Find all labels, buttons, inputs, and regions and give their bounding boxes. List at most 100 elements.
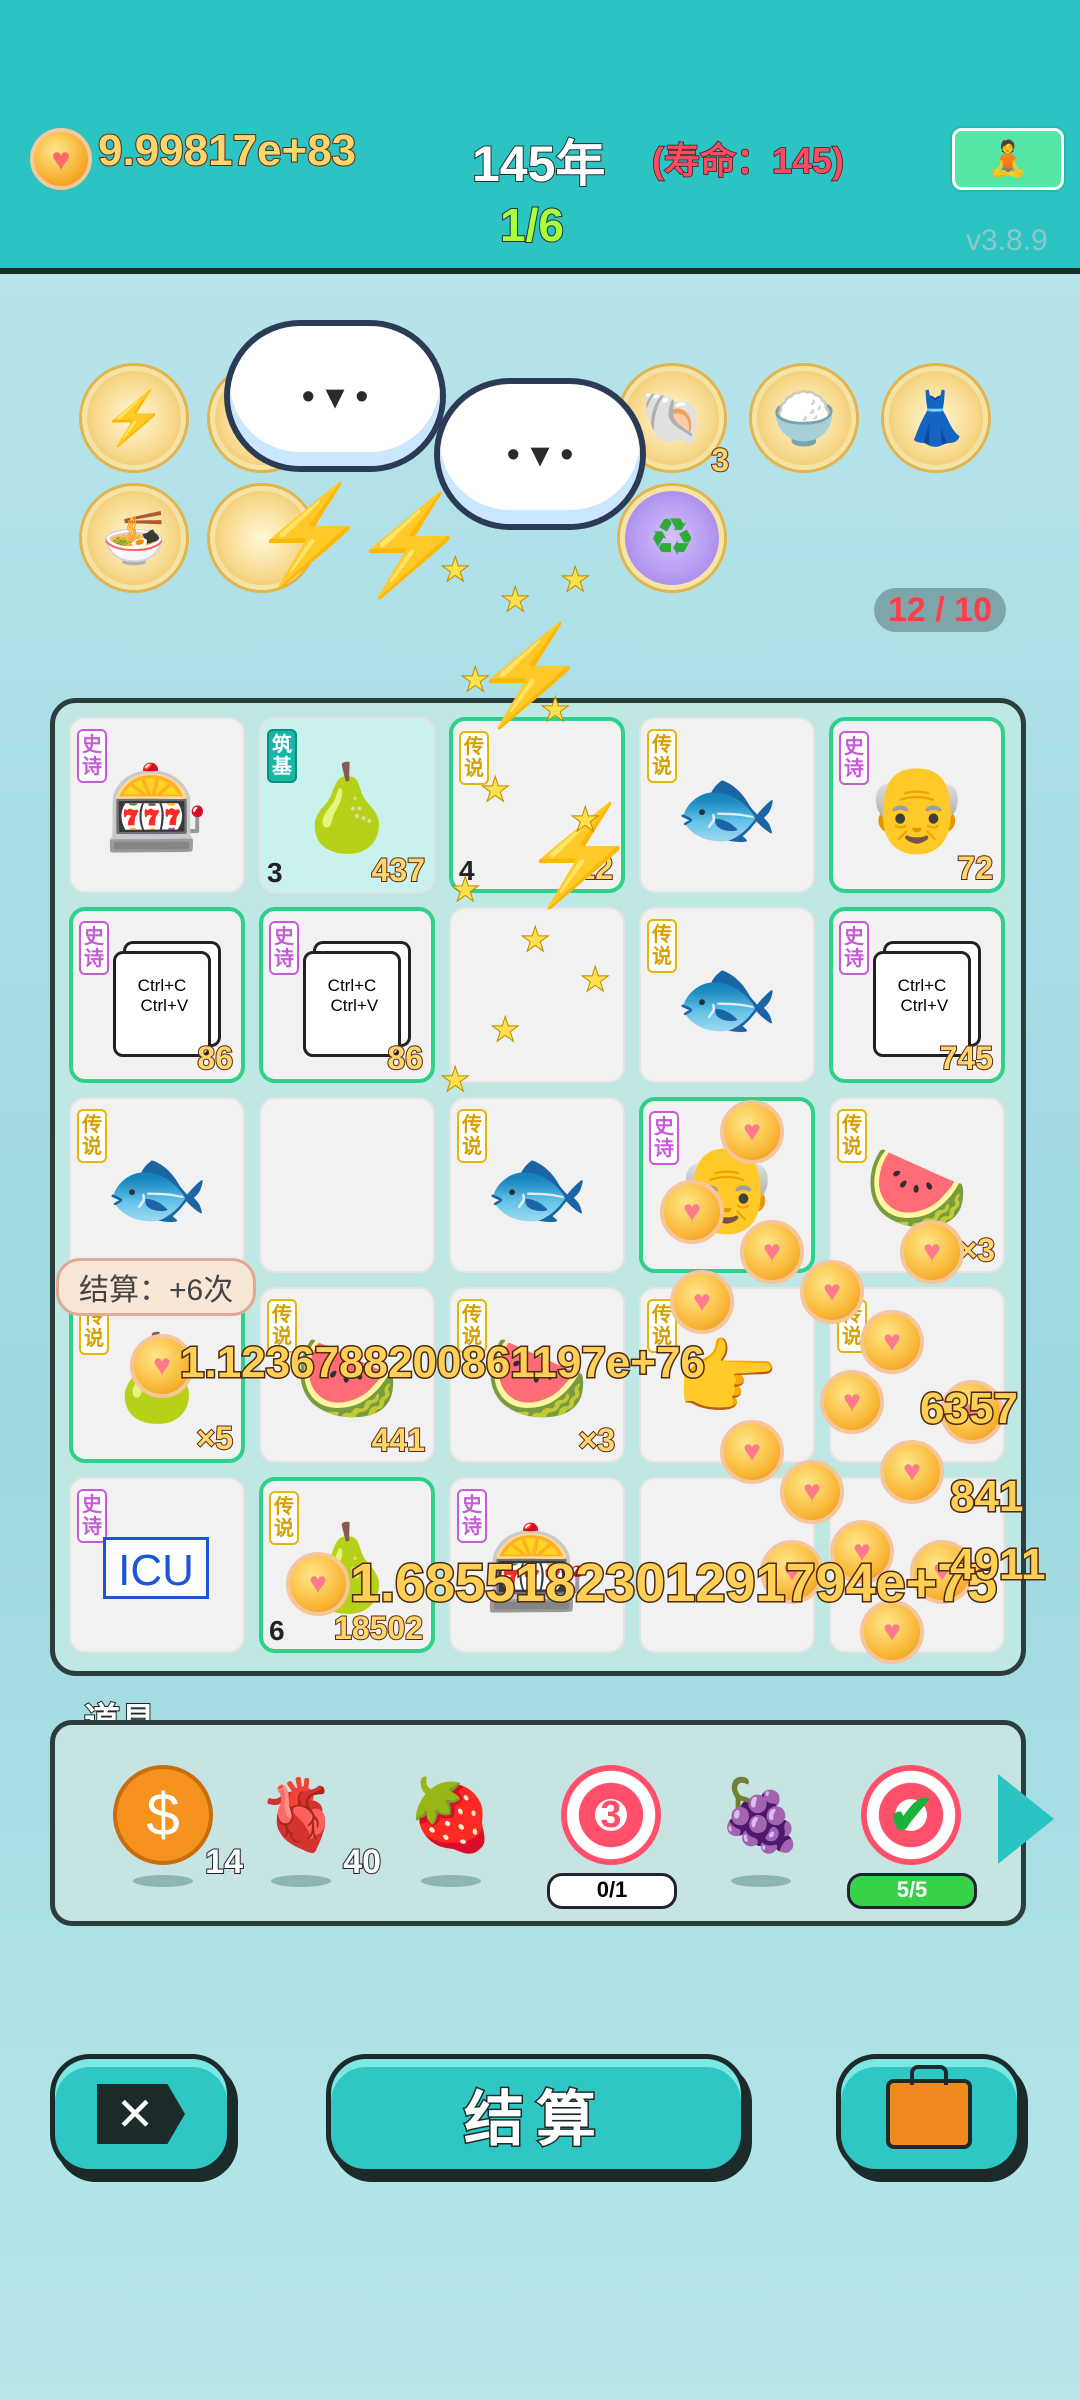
rice-bowl-duo-icon: 🍚 bbox=[771, 389, 837, 448]
floating-score: 4911 bbox=[948, 1539, 1046, 1591]
grid-cell[interactable]: 史诗 Ctrl+C Ctrl+V 745 bbox=[829, 907, 1005, 1083]
icu-icon: ICU bbox=[103, 1537, 209, 1599]
star-icon: ★ bbox=[499, 581, 531, 620]
rarity-tag: 史诗 bbox=[839, 921, 869, 975]
grid-cell[interactable]: 史诗 👴 72 bbox=[829, 717, 1005, 893]
gacha-machine-icon: 🎰 bbox=[104, 761, 210, 856]
quit-button[interactable]: ✕ bbox=[50, 2054, 232, 2174]
prop-item[interactable]: 3 0/1 bbox=[547, 1765, 677, 1909]
current-year: 145年 bbox=[471, 135, 606, 193]
bayberry-icon: 🍇 bbox=[717, 1776, 805, 1854]
prop-shadow bbox=[731, 1875, 791, 1887]
star-icon: ★ bbox=[459, 661, 491, 700]
koi-fish-icon: 🐟 bbox=[674, 951, 780, 1046]
star-icon: ★ bbox=[489, 1011, 521, 1050]
grid-cell[interactable]: 史诗 Ctrl+C Ctrl+V 86 bbox=[259, 907, 435, 1083]
coin-icon: ♥ bbox=[800, 1260, 864, 1324]
grid-cell[interactable]: 史诗 ICU bbox=[69, 1477, 245, 1653]
item-value: 437 bbox=[371, 851, 426, 889]
floating-score: 1.6855182301291794e+75 bbox=[348, 1552, 998, 1615]
target-3-icon: 3 bbox=[561, 1765, 661, 1865]
coin-icon: ♥ bbox=[670, 1270, 734, 1334]
prop-shadow bbox=[421, 1875, 481, 1887]
liver-icon: 🫀 bbox=[257, 1776, 345, 1854]
coin-icon: ♥ bbox=[780, 1460, 844, 1524]
grid-cell[interactable]: 传说 🐟 bbox=[639, 717, 815, 893]
prop-item[interactable]: 🍓 bbox=[401, 1765, 501, 1887]
buff-skirt[interactable]: 👗 bbox=[884, 366, 988, 470]
lifespan-label: (寿命：145) bbox=[651, 139, 845, 182]
settle-button[interactable]: 结算 bbox=[326, 2054, 746, 2174]
prop-item[interactable]: $14 bbox=[113, 1765, 244, 1887]
item-value: 745 bbox=[939, 1039, 994, 1077]
buff-rice-bowls[interactable]: 🍚 bbox=[752, 366, 856, 470]
rarity-tag: 筑基 bbox=[267, 729, 297, 783]
coin-icon: ♥ bbox=[900, 1220, 964, 1284]
item-value: ×3 bbox=[578, 1421, 617, 1459]
koi-fish-rainbow-icon: 🐟 bbox=[484, 1141, 590, 1236]
settle-count-tooltip: 结算：+6次 bbox=[56, 1258, 257, 1316]
star-icon: ★ bbox=[569, 801, 601, 840]
ctrl-c-v-icon: Ctrl+C Ctrl+V bbox=[113, 951, 211, 1057]
grid-cell[interactable]: 传说 🐟 bbox=[69, 1097, 245, 1273]
rarity-tag: 史诗 bbox=[269, 921, 299, 975]
old-man-icon: 👴 bbox=[864, 761, 970, 856]
rarity-tag: 传说 bbox=[647, 729, 677, 783]
prop-shadow bbox=[271, 1875, 331, 1887]
item-value: 18502 bbox=[333, 1609, 424, 1647]
grid-cell[interactable]: 史诗 Ctrl+C Ctrl+V 86 bbox=[69, 907, 245, 1083]
item-value: 86 bbox=[386, 1039, 424, 1077]
coin-icon: ♥ bbox=[30, 128, 92, 190]
rarity-tag: 传说 bbox=[647, 919, 677, 973]
grid-cell[interactable] bbox=[259, 1097, 435, 1273]
prop-count: 14 bbox=[204, 1842, 244, 1882]
rarity-tag: 史诗 bbox=[77, 729, 107, 783]
star-icon: ★ bbox=[579, 961, 611, 1000]
inventory-button[interactable] bbox=[836, 2054, 1022, 2174]
rice-bowl-arrow-icon: 🍜 bbox=[101, 509, 167, 568]
grid-cell[interactable]: 筑基 🍐 3 437 bbox=[259, 717, 435, 893]
strawberry-icon: 🍓 bbox=[407, 1776, 495, 1854]
coin-icon: ♥ bbox=[720, 1420, 784, 1484]
skirt-icon: 👗 bbox=[903, 389, 969, 448]
star-icon: ★ bbox=[439, 1061, 471, 1100]
buff-count: 3 bbox=[710, 441, 730, 479]
star-icon: ★ bbox=[439, 551, 471, 590]
round-progress: 1/6 bbox=[499, 198, 565, 252]
prop-item[interactable]: 🫀 40 bbox=[251, 1765, 382, 1887]
grid-cell[interactable]: 传说 🐟 bbox=[639, 907, 815, 1083]
item-capacity-counter: 12 / 10 bbox=[874, 588, 1006, 632]
coin-icon: ♥ bbox=[880, 1440, 944, 1504]
lightning-icon: ⚡ bbox=[101, 389, 167, 448]
props-panel: $14 🫀 40 🍓 3 0/1 🍇 ✔ 5/5 bbox=[50, 1720, 1026, 1926]
item-value: 441 bbox=[371, 1421, 426, 1459]
coin-icon: ♥ bbox=[286, 1552, 350, 1616]
recycle-icon: ♻ bbox=[648, 509, 696, 567]
grid-cell[interactable]: 传说 🐟 bbox=[449, 1097, 625, 1273]
star-burst: ★ ★ ★ ★ ★ ★ ★ ★ ★ ★ ★ ★ bbox=[420, 540, 630, 1100]
grid-cell[interactable]: 史诗 🎰 bbox=[69, 717, 245, 893]
prop-count: 40 bbox=[342, 1842, 382, 1882]
buff-lightning[interactable]: ⚡ bbox=[82, 366, 186, 470]
star-icon: ★ bbox=[519, 921, 551, 960]
prop-usage-pill: 5/5 bbox=[847, 1873, 977, 1909]
prop-item[interactable]: ✔ 5/5 bbox=[847, 1765, 977, 1909]
star-icon: ★ bbox=[539, 691, 571, 730]
target-check-icon: ✔ bbox=[861, 1765, 961, 1865]
rarity-tag: 传说 bbox=[77, 1109, 107, 1163]
longan-icon: 🍐 bbox=[294, 761, 400, 856]
rarity-tag: 史诗 bbox=[77, 1489, 107, 1543]
prop-item[interactable]: 🍇 bbox=[711, 1765, 811, 1887]
coin-icon: ♥ bbox=[660, 1180, 724, 1244]
ctrl-c-v-icon: Ctrl+C Ctrl+V bbox=[303, 951, 401, 1057]
item-value: 72 bbox=[956, 849, 994, 887]
buff-recycle[interactable]: ♻ bbox=[620, 486, 724, 590]
meditation-icon: 🧘 bbox=[986, 140, 1030, 178]
props-next-arrow[interactable] bbox=[998, 1774, 1054, 1864]
buff-rice-bowl-arrow[interactable]: 🍜 bbox=[82, 486, 186, 590]
floating-score: 1.1236788200861197e+76 bbox=[179, 1337, 707, 1389]
prop-shadow bbox=[133, 1875, 193, 1887]
star-icon: ★ bbox=[449, 871, 481, 910]
meditate-button[interactable]: 🧘 bbox=[952, 128, 1064, 190]
koi-fish-icon: 🐟 bbox=[674, 761, 780, 856]
